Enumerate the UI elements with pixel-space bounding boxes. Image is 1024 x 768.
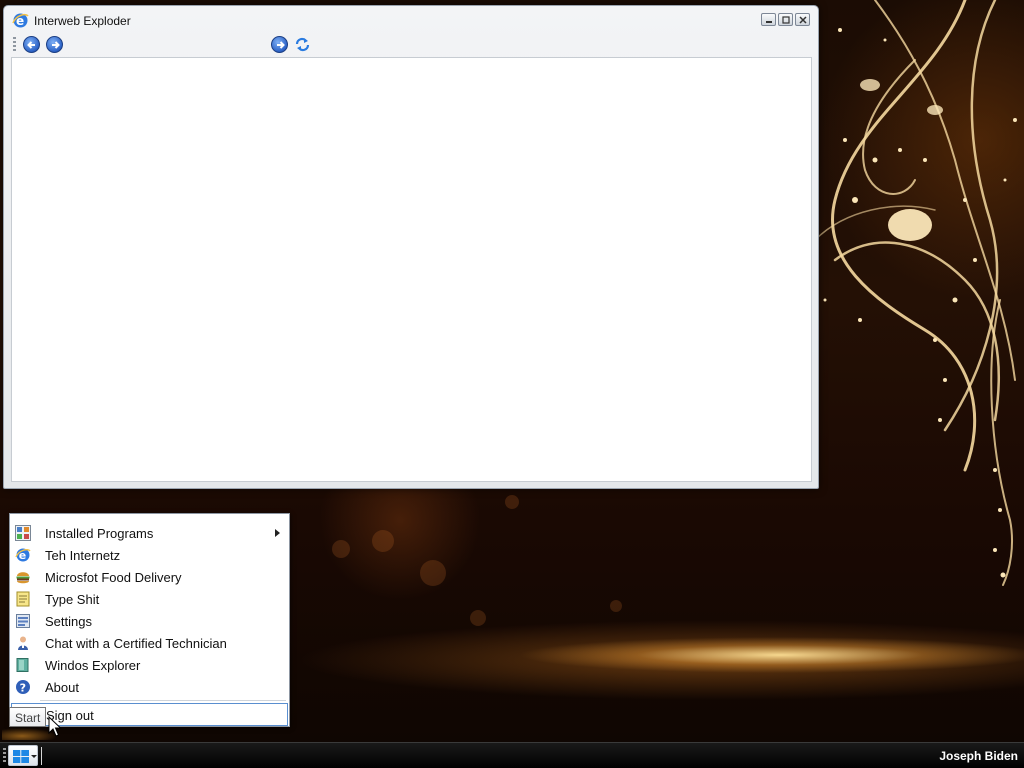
taskbar-separator	[41, 747, 42, 765]
start-menu: Installed Programs e Teh Internetz Micro…	[9, 513, 290, 727]
start-button[interactable]	[8, 745, 38, 766]
menu-item-food-delivery[interactable]: Microsfot Food Delivery	[11, 566, 288, 588]
minimize-icon	[766, 21, 772, 23]
menu-item-installed-programs[interactable]: Installed Programs	[11, 522, 288, 544]
technician-icon	[18, 636, 28, 650]
forward-button[interactable]	[46, 36, 63, 53]
internet-browser-icon: e	[15, 548, 31, 562]
submenu-arrow-icon	[275, 529, 280, 537]
svg-text:?: ?	[20, 682, 26, 695]
go-button[interactable]	[271, 36, 288, 53]
settings-icon	[16, 614, 30, 628]
close-button[interactable]	[795, 13, 810, 26]
installed-programs-icon	[15, 525, 31, 541]
browser-toolbar	[9, 34, 813, 56]
menu-item-type-shit[interactable]: Type Shit	[11, 588, 288, 610]
internet-browser-icon: e	[12, 13, 29, 28]
menu-item-settings[interactable]: Settings	[11, 610, 288, 632]
help-icon: ?	[16, 680, 30, 695]
minimize-button[interactable]	[761, 13, 776, 26]
notepad-icon	[16, 591, 30, 607]
window-title: Interweb Exploder	[34, 14, 131, 28]
chevron-down-icon	[31, 755, 37, 758]
username-label[interactable]: Joseph Biden	[939, 749, 1018, 763]
menu-item-chat-technician[interactable]: Chat with a Certified Technician	[11, 632, 288, 654]
start-button-glow	[2, 726, 74, 740]
maximize-button[interactable]	[778, 13, 793, 26]
browser-content-area[interactable]	[11, 57, 812, 482]
arrow-right-icon	[277, 41, 285, 49]
maximize-icon	[782, 16, 790, 24]
start-tooltip: Start	[9, 707, 46, 727]
file-explorer-icon	[16, 658, 29, 672]
refresh-icon[interactable]	[294, 36, 311, 53]
arrow-right-icon	[52, 41, 60, 49]
toolbar-grip[interactable]	[13, 37, 16, 52]
windows-logo-icon	[13, 750, 29, 763]
browser-window: e Interweb Exploder	[3, 5, 819, 489]
menu-item-windos-explorer[interactable]: Windos Explorer	[11, 654, 288, 676]
arrow-left-icon	[27, 41, 35, 49]
menu-item-about[interactable]: ? About	[11, 676, 288, 698]
taskbar: Joseph Biden	[0, 742, 1024, 768]
burger-icon	[16, 572, 30, 584]
menu-item-teh-internetz[interactable]: e Teh Internetz	[11, 544, 288, 566]
close-icon	[799, 16, 807, 24]
menu-separator	[40, 700, 286, 701]
back-button[interactable]	[23, 36, 40, 53]
golden-swirl-decoration	[815, 0, 1017, 586]
mouse-cursor-icon	[48, 716, 62, 737]
taskbar-grip[interactable]	[3, 748, 6, 764]
title-bar[interactable]: e Interweb Exploder	[4, 6, 818, 34]
